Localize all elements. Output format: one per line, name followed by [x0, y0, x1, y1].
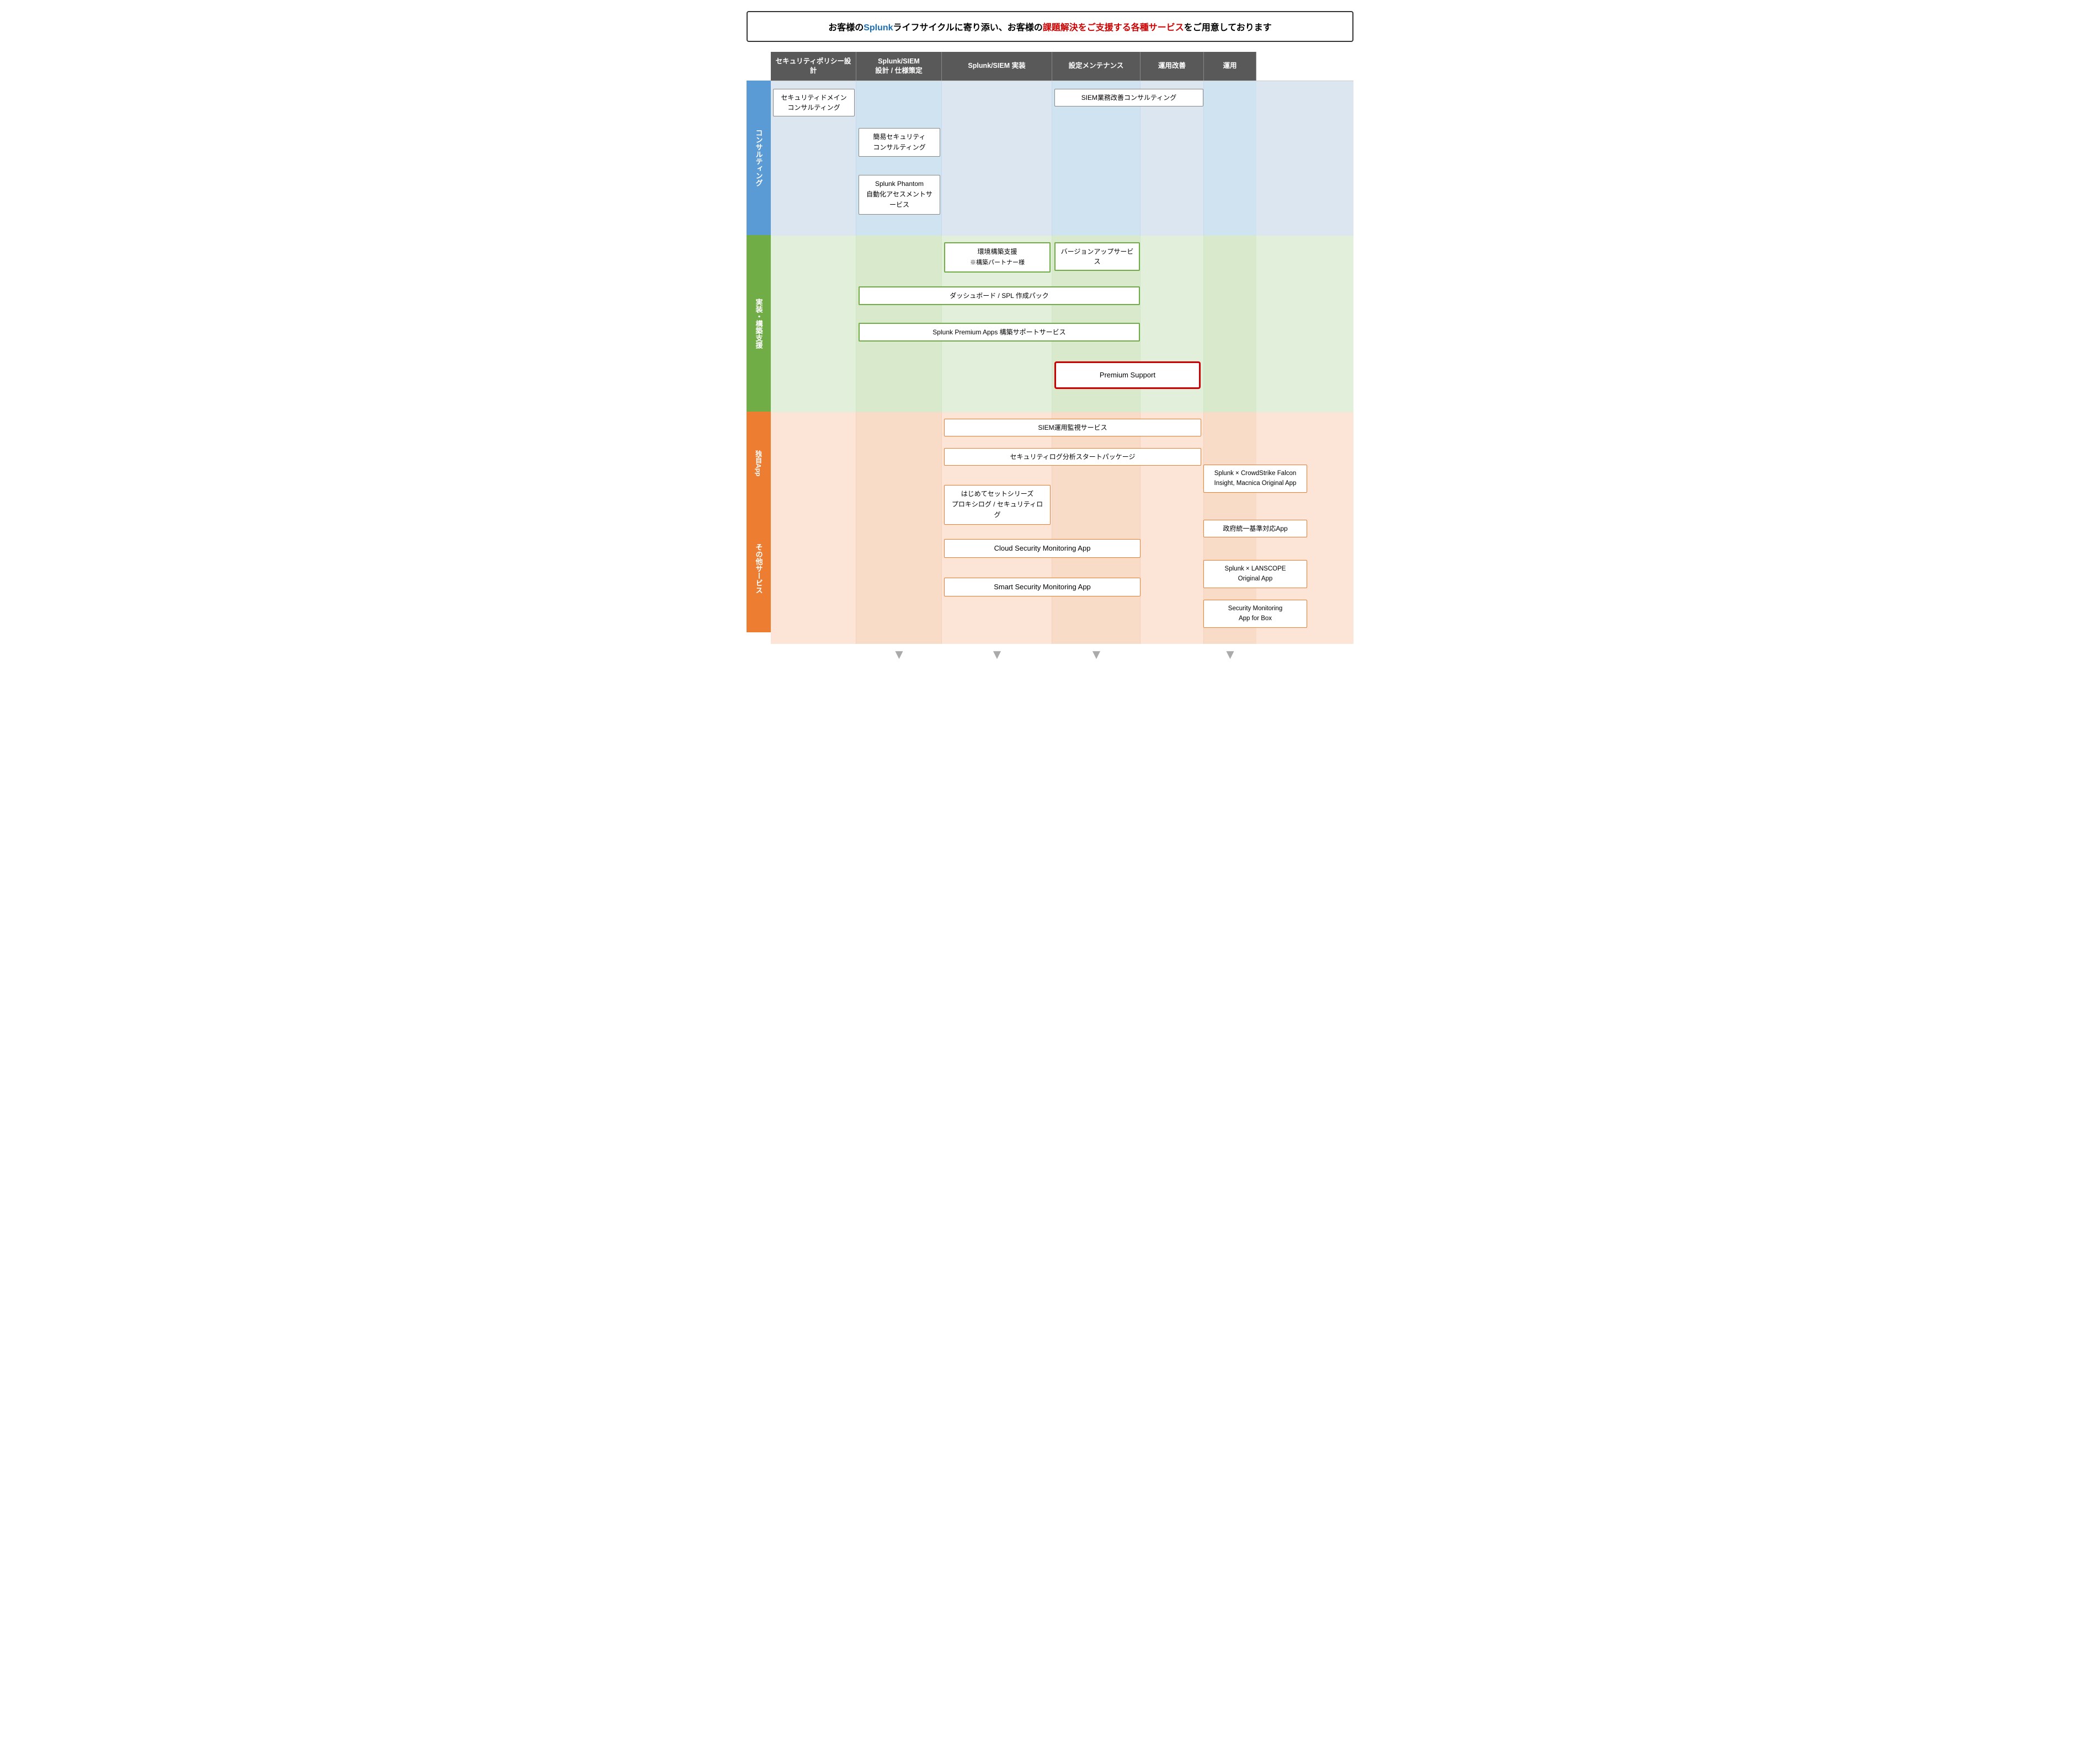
- header-splunk-siem-impl: Splunk/SIEM 実装: [942, 52, 1052, 81]
- card-splunk-phantom: Splunk Phantom自動化アセスメントサービス: [859, 175, 940, 215]
- top-banner: お客様のSplunkライフサイクルに寄り添い、お客様の課題解決をご支援する各種サ…: [747, 11, 1353, 42]
- sidebar-spacer: [747, 52, 771, 81]
- arrows-row: ▼ ▼ ▼ ▼: [771, 644, 1353, 666]
- card-smart-security-monitoring: Smart Security Monitoring App: [944, 578, 1140, 596]
- card-dashboard-spl: ダッシュボード / SPL 作成パック: [859, 286, 1140, 305]
- card-siem-monitoring: SIEM運用監視サービス: [944, 419, 1201, 436]
- card-cloud-security-monitoring: Cloud Security Monitoring App: [944, 539, 1140, 558]
- card-security-main-consulting: セキュリティドメインコンサルティング: [773, 89, 855, 116]
- banner-text-middle: ライフサイクルに寄り添い、お客様の: [893, 23, 1043, 33]
- sidebar-other-main-text: 独自App: [754, 450, 764, 476]
- implementation-section: 環境構築支援※構築パートナー様 バージョンアップサービス ダッシュボード / S…: [771, 236, 1353, 412]
- card-hajimete: はじめてセットシリーズプロキシログ / セキュリティログ: [944, 485, 1051, 525]
- column-headers: セキュリティポリシー設計 Splunk/SIEM設計 / 仕様策定 Splunk…: [771, 52, 1353, 81]
- card-simple-security-consulting: 簡易セキュリティコンサルティング: [859, 128, 940, 157]
- consulting-section: セキュリティドメインコンサルティング SIEM業務改善コンサルティング 簡易セキ…: [771, 81, 1353, 236]
- header-ops-improvement: 運用改善: [1140, 52, 1204, 81]
- arrow-col3: ▼: [1052, 644, 1140, 666]
- card-crowdstrike: Splunk × CrowdStrike FalconInsight, Macn…: [1203, 465, 1307, 493]
- card-siem-improvement-consulting: SIEM業務改善コンサルティング: [1054, 89, 1203, 106]
- header-settings-maintenance: 設定メンテナンス: [1052, 52, 1140, 81]
- sidebar-label-consulting: コンサルティング: [747, 81, 771, 235]
- banner-text-after: をご用意しております: [1184, 23, 1272, 33]
- card-security-log: セキュリティログ分析スタートパッケージ: [944, 448, 1201, 466]
- other-section: SIEM運用監視サービス セキュリティログ分析スタートパッケージ はじめてセット…: [771, 412, 1353, 644]
- banner-text-before: お客様の: [828, 23, 864, 33]
- card-premium-support: Premium Support: [1054, 361, 1201, 389]
- card-version-up: バージョンアップサービス: [1054, 242, 1140, 271]
- card-box-security: Security MonitoringApp for Box: [1203, 600, 1307, 628]
- card-env-support: 環境構築支援※構築パートナー様: [944, 242, 1051, 273]
- grid-area: セキュリティポリシー設計 Splunk/SIEM設計 / 仕様策定 Splunk…: [771, 52, 1353, 666]
- card-premium-apps: Splunk Premium Apps 構築サポートサービス: [859, 323, 1140, 342]
- header-splunk-siem-design: Splunk/SIEM設計 / 仕様策定: [856, 52, 942, 81]
- sidebar-implementation-text: 実装・構築支援: [754, 298, 764, 349]
- header-ops: 運用: [1204, 52, 1256, 81]
- arrow-col1: ▼: [856, 644, 942, 666]
- sidebar-label-other: 独自App その他サービス: [747, 412, 771, 632]
- main-layout: コンサルティング 実装・構築支援 独自App その他サービス セキュリティポリシ…: [747, 52, 1353, 666]
- sidebar-label-implementation: 実装・構築支援: [747, 235, 771, 412]
- sidebar: コンサルティング 実装・構築支援 独自App その他サービス: [747, 52, 771, 666]
- sidebar-other-sub-text: その他サービス: [754, 543, 764, 594]
- card-lanscope: Splunk × LANSCOPEOriginal App: [1203, 560, 1307, 588]
- card-gov-app: 政府統一基準対応App: [1203, 520, 1307, 537]
- arrow-col5: ▼: [1204, 644, 1256, 666]
- banner-blue-text: Splunk: [864, 23, 893, 33]
- arrow-col4: [1140, 644, 1204, 666]
- page-wrapper: お客様のSplunkライフサイクルに寄り添い、お客様の課題解決をご支援する各種サ…: [747, 11, 1353, 666]
- arrow-col2: ▼: [942, 644, 1052, 666]
- header-security-policy: セキュリティポリシー設計: [771, 52, 856, 81]
- arrow-col0: [771, 644, 856, 666]
- banner-red-text: 課題解決をご支援する各種サービス: [1043, 23, 1184, 33]
